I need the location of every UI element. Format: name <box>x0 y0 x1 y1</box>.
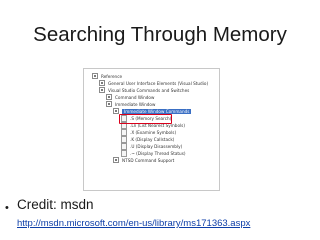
page-icon <box>121 149 127 157</box>
tree-node-commands-switches[interactable]: Visual Studio Commands and Switches <box>99 87 189 94</box>
tree-node-immediate-window[interactable]: Immediate Window <box>106 101 155 108</box>
page-icon <box>121 135 127 143</box>
memory-search-highlight-box <box>119 114 172 124</box>
slide-title: Searching Through Memory <box>33 23 287 46</box>
expander-icon[interactable] <box>92 73 98 79</box>
page-icon <box>121 142 127 150</box>
expander-icon[interactable] <box>106 94 112 100</box>
bullet-marker: • <box>5 202 9 214</box>
tree-node-label: NTSD Command Support <box>122 158 175 163</box>
expander-icon[interactable] <box>113 157 119 163</box>
tree-node-label: Reference <box>101 74 123 79</box>
tree-node-label: Immediate Window <box>115 102 156 107</box>
credit-label: Credit: msdn <box>17 197 94 212</box>
tree-node-general-ui[interactable]: General User Interface Elements (Visual … <box>99 80 208 87</box>
expander-icon[interactable] <box>106 101 112 107</box>
tree-node-label: Command Window <box>115 95 155 100</box>
tree-node-ntsd-command-support[interactable]: NTSD Command Support <box>113 157 174 164</box>
tree-node-examine-symbols[interactable]: .X (Examine Symbols) <box>121 128 177 136</box>
expander-icon[interactable] <box>113 108 119 114</box>
help-contents-tree: Reference General User Interface Element… <box>83 68 220 191</box>
tree-node-label: General User Interface Elements (Visual … <box>108 81 209 86</box>
tree-node-label: .X (Examine Symbols) <box>130 130 177 135</box>
tree-node-label: Visual Studio Commands and Switches <box>108 88 190 93</box>
expander-icon[interactable] <box>99 87 105 93</box>
tree-node-reference[interactable]: Reference <box>92 73 122 80</box>
credit-link[interactable]: http://msdn.microsoft.com/en-us/library/… <box>17 218 250 229</box>
page-icon <box>121 128 127 136</box>
tree-node-command-window[interactable]: Command Window <box>106 94 154 101</box>
tree-node-display-callstack[interactable]: .K (Display Callstack) <box>121 135 175 143</box>
tree-node-display-disassembly[interactable]: .U (Display Disassembly) <box>121 142 183 150</box>
tree-node-label: .K (Display Callstack) <box>130 137 175 142</box>
tree-node-label: .~ (Display Thread Status) <box>130 151 186 156</box>
tree-node-display-thread-status[interactable]: .~ (Display Thread Status) <box>121 149 186 157</box>
tree-node-label: .U (Display Disassembly) <box>130 144 183 149</box>
expander-icon[interactable] <box>99 80 105 86</box>
